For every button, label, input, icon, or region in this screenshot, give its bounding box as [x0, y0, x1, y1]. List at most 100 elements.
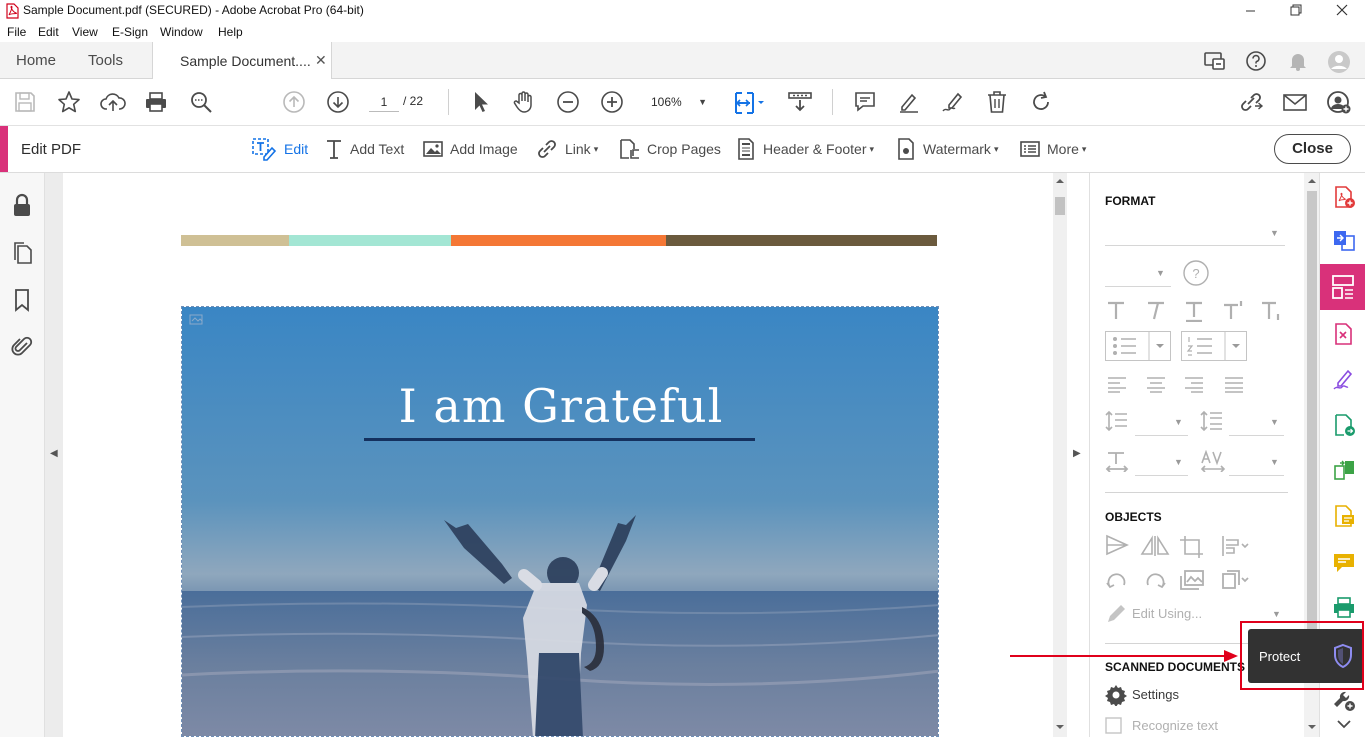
zoom-level-select[interactable]: 106% ▼	[645, 92, 713, 112]
beach-photo-image[interactable]: I am Grateful	[181, 306, 939, 737]
menu-file[interactable]: File	[7, 25, 26, 39]
line-spacing-dropdown[interactable]	[1135, 435, 1188, 436]
text-style-icons	[1108, 301, 1280, 322]
email-envelope-icon[interactable]	[1282, 90, 1308, 114]
object-tools-icons-2	[1106, 570, 1249, 590]
zoom-in-icon[interactable]	[600, 90, 624, 114]
menu-help[interactable]: Help	[218, 25, 243, 39]
horizontal-scaling-icon[interactable]	[1105, 450, 1129, 472]
tab-tools[interactable]: Tools	[88, 52, 123, 69]
beach-photo-illustration	[182, 307, 938, 736]
attachments-paperclip-icon[interactable]	[11, 334, 33, 358]
close-edit-pdf-button[interactable]: Close	[1274, 134, 1351, 164]
alignment-icons	[1108, 377, 1243, 393]
bookmark-star-icon[interactable]	[57, 90, 81, 114]
create-pdf-icon[interactable]	[1332, 185, 1356, 209]
character-spacing-icon[interactable]	[1200, 450, 1226, 472]
share-screen-icon[interactable]	[1203, 50, 1227, 72]
organize-pages-tool-active[interactable]	[1320, 264, 1365, 310]
toolbar-divider	[448, 89, 449, 115]
help-glyph: ?	[1192, 266, 1199, 281]
bullet-list-dropdown[interactable]	[1105, 331, 1171, 361]
bookmarks-icon[interactable]	[11, 288, 33, 312]
objects-heading: OBJECTS	[1105, 510, 1162, 524]
select-cursor-icon[interactable]	[469, 90, 491, 114]
add-image-button[interactable]: Add Image	[423, 138, 518, 160]
paragraph-spacing-dropdown[interactable]	[1229, 435, 1284, 436]
minimize-icon[interactable]	[1241, 2, 1261, 18]
comment-bubble-icon[interactable]	[1332, 551, 1356, 575]
menu-window[interactable]: Window	[160, 25, 203, 39]
close-icon[interactable]	[1332, 2, 1352, 18]
more-tools-wrench-icon[interactable]	[1332, 688, 1356, 712]
close-tab-icon[interactable]: ✕	[315, 52, 327, 69]
recognize-text-checkbox[interactable]	[1105, 717, 1123, 735]
highlight-pen-icon[interactable]	[897, 90, 921, 114]
chevron-down-icon: ▼	[1270, 457, 1279, 467]
upload-cloud-icon[interactable]	[100, 90, 126, 114]
add-text-button[interactable]: Add Text	[325, 138, 404, 160]
hand-tool-icon[interactable]	[512, 90, 536, 114]
expand-right-panel-icon[interactable]: ▶	[1073, 448, 1081, 459]
save-icon[interactable]	[13, 90, 37, 114]
help-icon[interactable]	[1244, 50, 1268, 72]
stripe-segment	[451, 235, 666, 246]
combine-files-icon[interactable]	[1332, 228, 1356, 252]
numbered-list-dropdown[interactable]	[1181, 331, 1247, 361]
share-link-icon[interactable]	[1238, 90, 1264, 114]
horizontal-scaling-dropdown[interactable]	[1135, 475, 1188, 476]
font-size-dropdown[interactable]	[1105, 286, 1171, 287]
header-footer-dropdown-button[interactable]: Header & Footer ▾	[736, 138, 874, 160]
page-fit-icon[interactable]	[733, 90, 767, 116]
restore-icon[interactable]	[1286, 2, 1306, 18]
character-spacing-dropdown[interactable]	[1229, 475, 1284, 476]
menu-esign[interactable]: E-Sign	[112, 25, 148, 39]
export-pdf-icon[interactable]	[1332, 322, 1356, 346]
rotate-redo-icon[interactable]	[1029, 90, 1053, 114]
watermark-dropdown-button[interactable]: Watermark ▾	[896, 138, 998, 160]
print-production-icon[interactable]	[1332, 596, 1356, 620]
crop-pages-button[interactable]: Crop Pages	[618, 138, 721, 160]
zoom-out-icon[interactable]	[556, 90, 580, 114]
notifications-bell-icon[interactable]	[1286, 50, 1310, 72]
menu-edit[interactable]: Edit	[38, 25, 59, 39]
edit-text-image-icon	[251, 137, 277, 161]
comment-icon[interactable]	[853, 90, 877, 114]
object-tools-row-1	[1105, 534, 1265, 558]
annotation-arrow	[1010, 650, 1242, 662]
add-user-icon[interactable]	[1326, 90, 1352, 114]
menu-view[interactable]: View	[72, 25, 98, 39]
send-for-review-icon[interactable]	[1332, 413, 1356, 437]
paragraph-spacing-icon[interactable]	[1200, 410, 1224, 432]
previous-page-icon[interactable]	[282, 90, 306, 114]
settings-button[interactable]: Settings	[1132, 687, 1179, 702]
toolbar-divider	[832, 89, 833, 115]
scroll-mode-icon[interactable]	[787, 90, 813, 114]
comment-notes-icon[interactable]	[1332, 504, 1356, 528]
search-zoom-icon[interactable]	[189, 90, 213, 114]
expand-tools-chevron-icon[interactable]	[1332, 718, 1356, 732]
help-circle-icon[interactable]: ?	[1182, 260, 1210, 286]
page-number-input[interactable]: 1	[369, 92, 399, 112]
tab-document[interactable]: Sample Document.... ✕	[152, 42, 332, 80]
edit-using-label[interactable]: Edit Using...	[1132, 606, 1202, 621]
link-dropdown-button[interactable]: Link ▾	[536, 138, 598, 160]
sign-draw-icon[interactable]	[941, 90, 965, 114]
more-dropdown-button[interactable]: More ▾	[1020, 138, 1086, 160]
title-underline	[364, 438, 755, 441]
account-avatar-icon[interactable]	[1326, 50, 1352, 74]
text-t-icon	[325, 138, 343, 160]
print-icon[interactable]	[144, 90, 168, 114]
stripe-segment	[181, 235, 289, 246]
edit-button[interactable]: Edit	[251, 137, 308, 161]
security-lock-icon[interactable]	[11, 193, 33, 217]
collapse-left-panel-icon[interactable]: ◀	[50, 448, 58, 459]
next-page-icon[interactable]	[326, 90, 350, 114]
compare-files-icon[interactable]	[1332, 458, 1356, 482]
fill-sign-icon[interactable]	[1332, 367, 1356, 391]
delete-trash-icon[interactable]	[986, 90, 1008, 114]
page-thumbnails-icon[interactable]	[11, 241, 33, 265]
line-spacing-icon[interactable]	[1105, 410, 1129, 432]
tab-home[interactable]: Home	[16, 52, 56, 69]
font-family-dropdown[interactable]	[1105, 245, 1285, 246]
